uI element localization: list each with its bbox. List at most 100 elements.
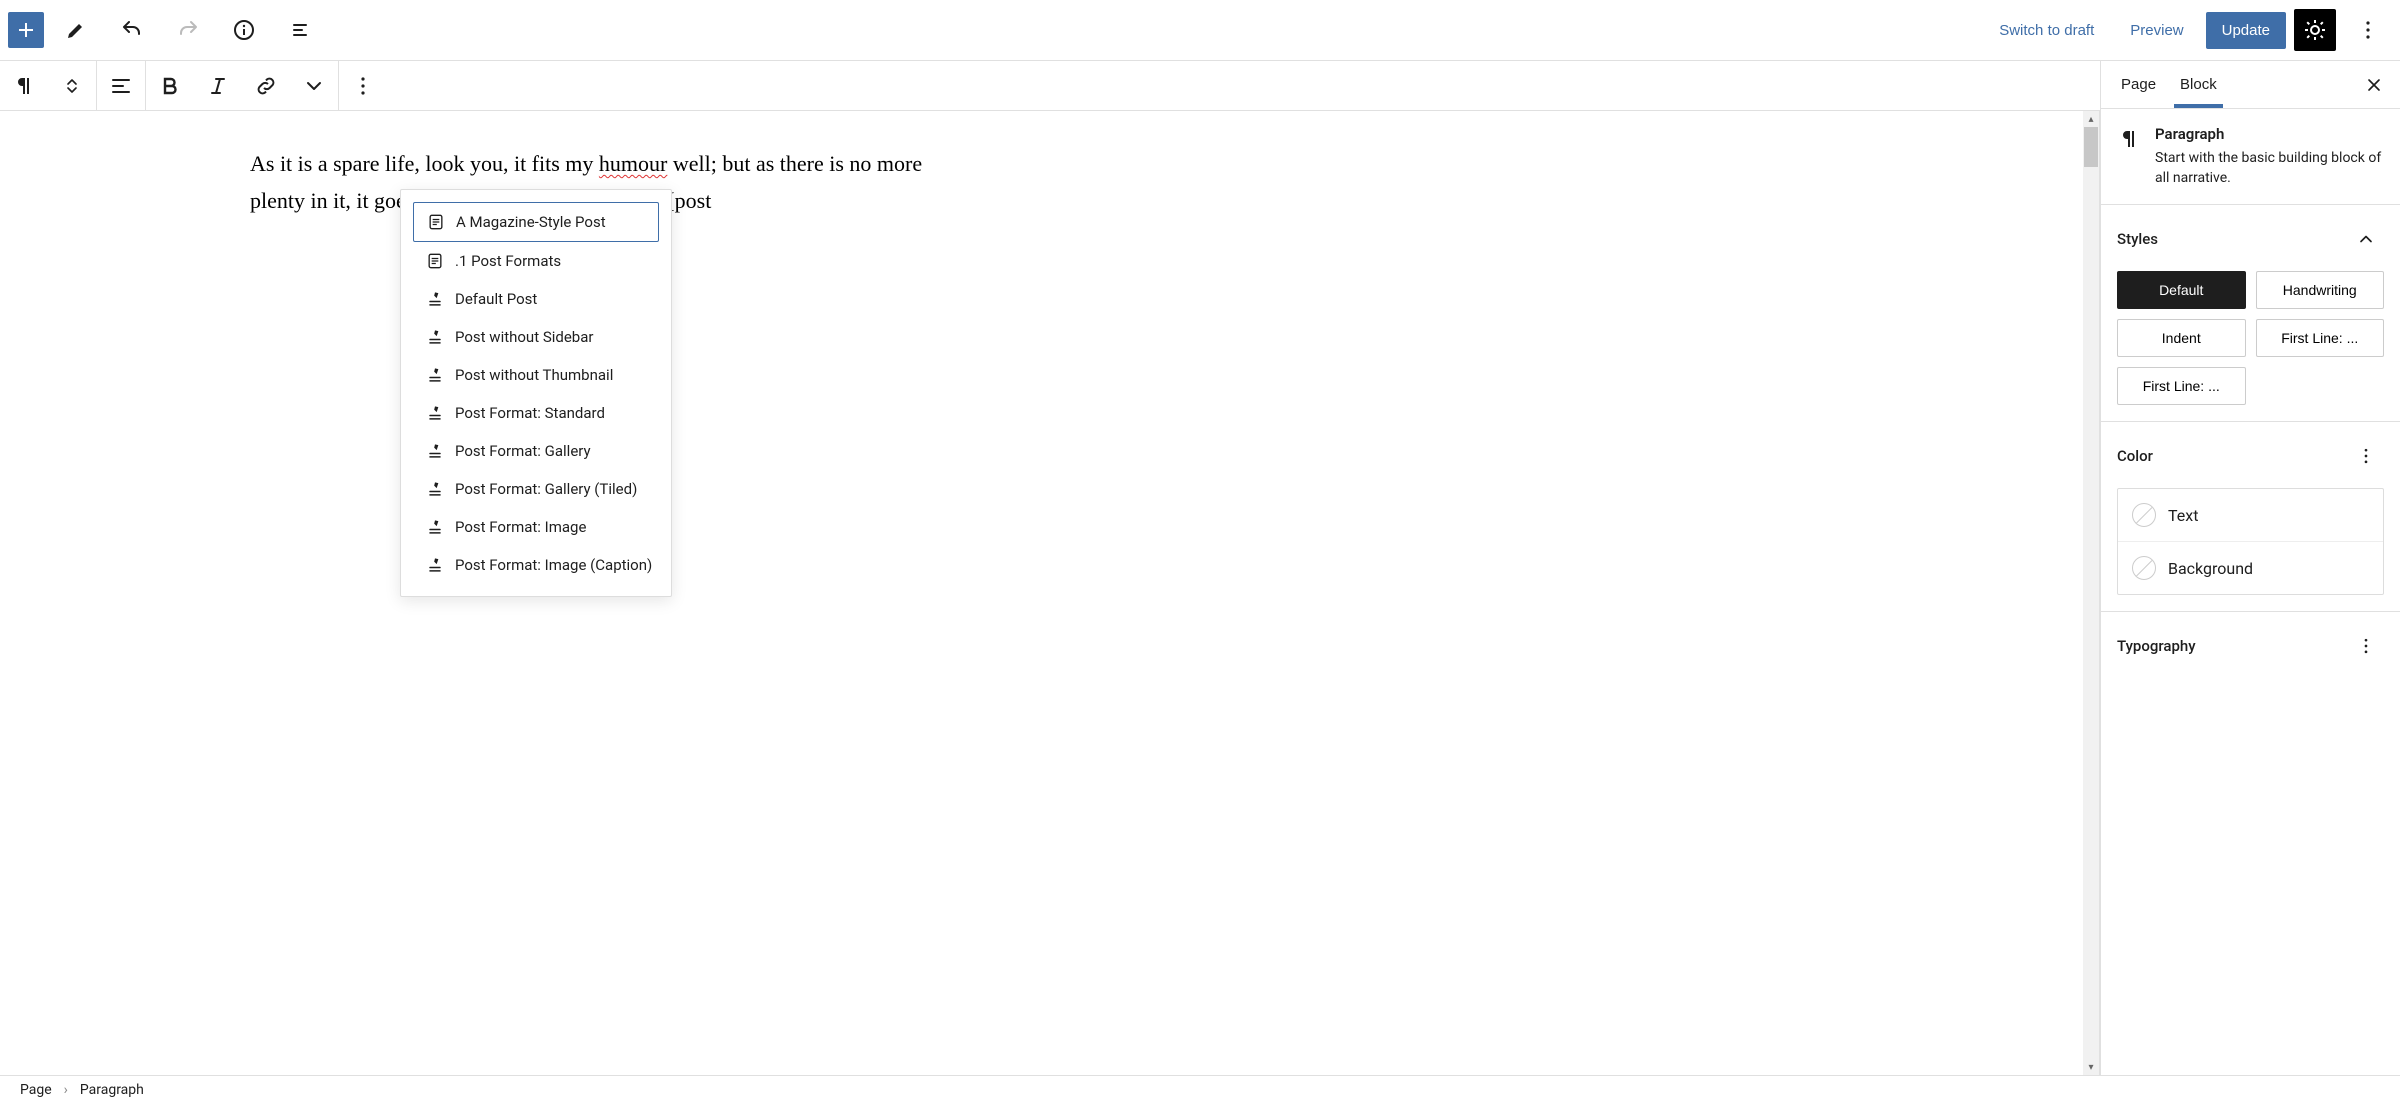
- autocomplete-item[interactable]: Post Format: Image: [413, 508, 659, 546]
- pin-icon: [425, 517, 445, 537]
- preview-button[interactable]: Preview: [2116, 14, 2197, 47]
- settings-button[interactable]: [2294, 9, 2336, 51]
- style-option-button[interactable]: Handwriting: [2256, 271, 2385, 309]
- bold-icon: [158, 74, 182, 98]
- info-icon: [232, 18, 256, 42]
- autocomplete-item-label: Post Format: Gallery (Tiled): [455, 480, 637, 498]
- settings-sidebar: Page Block Paragraph Start with the basi…: [2100, 61, 2400, 1075]
- close-sidebar-button[interactable]: [2356, 67, 2392, 103]
- editor-canvas[interactable]: As it is a spare life, look you, it fits…: [0, 111, 2100, 1075]
- color-title: Color: [2117, 447, 2153, 465]
- autocomplete-item[interactable]: Default Post: [413, 280, 659, 318]
- autocomplete-item[interactable]: Post Format: Gallery: [413, 432, 659, 470]
- undo-icon: [120, 18, 144, 42]
- autocomplete-item-label: Post Format: Image: [455, 518, 586, 536]
- block-type-description: Start with the basic building block of a…: [2155, 149, 2384, 188]
- color-row-label: Text: [2168, 506, 2198, 525]
- block-more-button[interactable]: [339, 62, 387, 110]
- dots-vertical-icon: [2356, 446, 2376, 466]
- autocomplete-item-label: Post Format: Gallery: [455, 442, 591, 460]
- tab-block[interactable]: Block: [2168, 62, 2229, 107]
- scroll-down-arrow[interactable]: ▾: [2083, 1059, 2099, 1075]
- dots-vertical-icon: [2356, 18, 2380, 42]
- text-color-button[interactable]: Text: [2118, 489, 2383, 541]
- tab-page[interactable]: Page: [2109, 62, 2168, 107]
- link-button[interactable]: [242, 62, 290, 110]
- autocomplete-item[interactable]: Post without Thumbnail: [413, 356, 659, 394]
- autocomplete-popover: A Magazine-Style Post .1 Post Formats Defa…: [400, 189, 672, 597]
- autocomplete-item[interactable]: Post Format: Gallery (Tiled): [413, 470, 659, 508]
- editor-top-bar: Switch to draft Preview Update: [0, 0, 2400, 61]
- color-swatch-none-icon: [2132, 503, 2156, 527]
- chevron-up-icon: [2356, 229, 2376, 249]
- breadcrumb: Page › Paragraph: [0, 1075, 2400, 1103]
- close-icon: [2364, 75, 2384, 95]
- switch-to-draft-button[interactable]: Switch to draft: [1985, 14, 2108, 47]
- style-option-button[interactable]: First Line: ...: [2256, 319, 2385, 357]
- pen-icon: [64, 18, 88, 42]
- paragraph-icon: [2117, 127, 2141, 155]
- bold-button[interactable]: [146, 62, 194, 110]
- autocomplete-item-label: Post Format: Standard: [455, 404, 605, 422]
- background-color-button[interactable]: Background: [2118, 541, 2383, 594]
- more-formatting-button[interactable]: [290, 62, 338, 110]
- styles-title: Styles: [2117, 230, 2158, 248]
- style-option-button[interactable]: Indent: [2117, 319, 2246, 357]
- breadcrumb-current: Paragraph: [80, 1082, 144, 1098]
- pin-icon: [425, 479, 445, 499]
- outline-button[interactable]: [276, 6, 324, 54]
- spellcheck-word: humour: [599, 151, 667, 176]
- autocomplete-item[interactable]: Post Format: Standard: [413, 394, 659, 432]
- block-type-button[interactable]: [0, 62, 48, 110]
- color-section: Color Text Background: [2101, 422, 2400, 612]
- page-icon: [425, 251, 445, 271]
- style-option-button[interactable]: Default: [2117, 271, 2246, 309]
- autocomplete-item-label: Default Post: [455, 290, 537, 308]
- update-button[interactable]: Update: [2206, 12, 2286, 49]
- styles-section: Styles Default Handwriting Indent First Lin…: [2101, 205, 2400, 422]
- autocomplete-item[interactable]: .1 Post Formats: [413, 242, 659, 280]
- move-block-button[interactable]: [48, 62, 96, 110]
- autocomplete-item-label: A Magazine-Style Post: [456, 213, 606, 231]
- align-left-icon: [109, 74, 133, 98]
- scrollbar-thumb[interactable]: [2084, 127, 2098, 167]
- top-bar-left: [8, 6, 324, 54]
- pin-icon: [425, 365, 445, 385]
- autocomplete-item-label: .1 Post Formats: [455, 252, 561, 270]
- redo-button[interactable]: [164, 6, 212, 54]
- typography-title: Typography: [2117, 637, 2196, 655]
- color-options-button[interactable]: [2348, 438, 2384, 474]
- style-option-button[interactable]: First Line: ...: [2117, 367, 2246, 405]
- tools-button[interactable]: [52, 6, 100, 54]
- breadcrumb-root[interactable]: Page: [20, 1082, 52, 1098]
- list-icon: [288, 18, 312, 42]
- scroll-up-arrow[interactable]: ▴: [2083, 111, 2099, 127]
- autocomplete-item[interactable]: Post Format: Image (Caption): [413, 546, 659, 584]
- details-button[interactable]: [220, 6, 268, 54]
- editor-scrollbar[interactable]: ▴ ▾: [2083, 111, 2099, 1075]
- autocomplete-item-label: Post Format: Image (Caption): [455, 556, 652, 574]
- breadcrumb-separator-icon: ›: [64, 1082, 68, 1098]
- more-options-button[interactable]: [2344, 6, 2392, 54]
- block-type-title: Paragraph: [2155, 125, 2384, 143]
- pin-icon: [425, 403, 445, 423]
- autocomplete-item[interactable]: A Magazine-Style Post: [413, 202, 659, 242]
- top-bar-right: Switch to draft Preview Update: [1985, 6, 2392, 54]
- redo-icon: [176, 18, 200, 42]
- autocomplete-item[interactable]: Post without Sidebar: [413, 318, 659, 356]
- color-swatch-none-icon: [2132, 556, 2156, 580]
- autocomplete-item-label: Post without Thumbnail: [455, 366, 613, 384]
- pin-icon: [425, 441, 445, 461]
- autocomplete-item-label: Post without Sidebar: [455, 328, 593, 346]
- move-icon: [60, 74, 84, 98]
- italic-icon: [206, 74, 230, 98]
- pin-icon: [425, 327, 445, 347]
- italic-button[interactable]: [194, 62, 242, 110]
- plus-icon: [14, 18, 38, 42]
- add-block-button[interactable]: [8, 12, 44, 48]
- typography-options-button[interactable]: [2348, 628, 2384, 664]
- main-area: As it is a spare life, look you, it fits…: [0, 61, 2400, 1075]
- styles-collapse-button[interactable]: [2348, 221, 2384, 257]
- align-button[interactable]: [97, 62, 145, 110]
- undo-button[interactable]: [108, 6, 156, 54]
